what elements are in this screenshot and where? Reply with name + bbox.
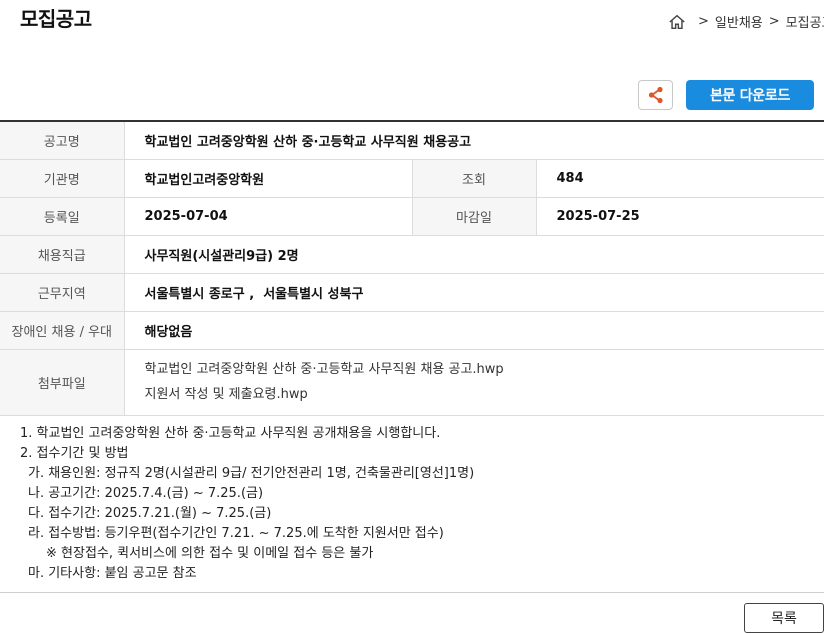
body-line: 나. 공고기간: 2025.7.4.(금) ~ 7.25.(금)	[28, 486, 264, 501]
breadcrumb-item-general[interactable]: 일반채용	[715, 12, 763, 31]
home-icon[interactable]	[668, 13, 686, 31]
job-value: 사무직원(시설관리9급) 2명	[124, 235, 824, 274]
breadcrumb-item-current[interactable]: 모집공고	[786, 12, 824, 31]
notice-name-label: 공고명	[0, 121, 125, 160]
disabled-value: 해당없음	[124, 311, 824, 350]
body-line: 1. 학교법인 고려중앙학원 산하 중·고등학교 사무직원 공개채용을 시행합니…	[20, 426, 441, 441]
views-label: 조회	[411, 159, 537, 198]
body-line: 다. 접수기간: 2025.7.21.(월) ~ 7.25.(금)	[28, 506, 272, 521]
notice-name-value: 학교법인 고려중앙학원 산하 중·고등학교 사무직원 채용공고	[124, 121, 824, 160]
attachments-value: 학교법인 고려중앙학원 산하 중·고등학교 사무직원 채용 공고.hwp 지원서…	[124, 349, 824, 416]
location-value: 서울특별시 종로구 , 서울특별시 성북구	[124, 273, 824, 312]
breadcrumb: > 일반채용 > 모집공고	[668, 12, 824, 31]
body-line: 가. 채용인원: 정규직 2명(시설관리 9급/ 전기안전관리 1명, 건축물관…	[28, 466, 475, 481]
breadcrumb-separator: >	[698, 14, 709, 29]
org-label: 기관명	[0, 159, 125, 198]
table-row: 채용직급 사무직원(시설관리9급) 2명	[0, 235, 824, 274]
reg-date-label: 등록일	[0, 197, 125, 236]
breadcrumb-separator: >	[768, 14, 780, 29]
disabled-label: 장애인 채용 / 우대	[0, 311, 125, 350]
table-row: 등록일 2025-07-04 마감일 2025-07-25	[0, 197, 824, 236]
deadline-value: 2025-07-25	[536, 197, 824, 236]
views-value: 484	[536, 159, 824, 198]
attachment-link[interactable]: 지원서 작성 및 제출요령.hwp	[145, 382, 805, 407]
share-icon	[648, 86, 663, 104]
attachments-label: 첨부파일	[0, 349, 125, 416]
job-label: 채용직급	[0, 235, 125, 274]
page-title: 모집공고	[20, 7, 92, 31]
org-value: 학교법인고려중앙학원	[124, 159, 412, 198]
notice-body: 1. 학교법인 고려중앙학원 산하 중·고등학교 사무직원 공개채용을 시행합니…	[20, 424, 474, 584]
table-row: 첨부파일 학교법인 고려중앙학원 산하 중·고등학교 사무직원 채용 공고.hw…	[0, 349, 824, 416]
share-button[interactable]	[638, 80, 673, 110]
location-label: 근무지역	[0, 273, 125, 312]
body-line: 마. 기타사항: 붙임 공고문 참조	[28, 566, 197, 581]
table-row: 기관명 학교법인고려중앙학원 조회 484	[0, 159, 824, 198]
table-row: 공고명 학교법인 고려중앙학원 산하 중·고등학교 사무직원 채용공고	[0, 121, 824, 160]
attachment-link[interactable]: 학교법인 고려중앙학원 산하 중·고등학교 사무직원 채용 공고.hwp	[145, 357, 805, 382]
body-line: 라. 접수방법: 등기우편(접수기간인 7.21. ~ 7.25.에 도착한 지…	[28, 526, 444, 541]
download-body-button[interactable]: 본문 다운로드	[686, 80, 814, 110]
reg-date-value: 2025-07-04	[124, 197, 412, 236]
divider	[0, 592, 824, 593]
body-line: ※ 현장접수, 퀵서비스에 의한 접수 및 이메일 접수 등은 불가	[46, 546, 374, 561]
table-row: 근무지역 서울특별시 종로구 , 서울특별시 성북구	[0, 273, 824, 312]
notice-info-table: 공고명 학교법인 고려중앙학원 산하 중·고등학교 사무직원 채용공고 기관명 …	[0, 120, 824, 416]
deadline-label: 마감일	[411, 197, 537, 236]
table-row: 장애인 채용 / 우대 해당없음	[0, 311, 824, 350]
body-line: 2. 접수기간 및 방법	[20, 446, 129, 461]
list-button[interactable]: 목록	[744, 603, 824, 633]
